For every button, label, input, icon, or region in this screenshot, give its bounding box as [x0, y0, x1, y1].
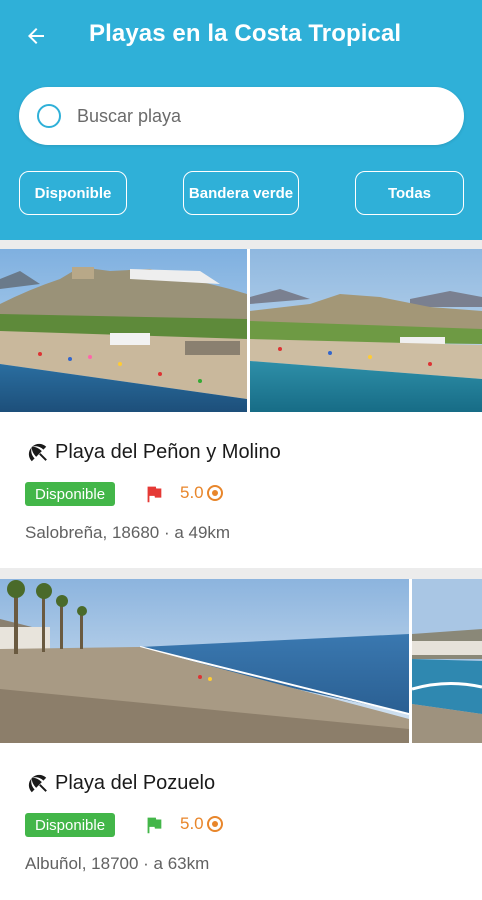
beach-card[interactable]: Playa del Pozuelo Disponible 5.0 Albuñol…	[0, 579, 482, 900]
rating-value: 5.0	[180, 814, 204, 833]
beach-umbrella-icon	[28, 774, 47, 793]
rating-value: 5.0	[180, 483, 204, 502]
status-badge: Disponible	[25, 482, 116, 506]
rating: 5.0	[180, 814, 223, 834]
beach-photo	[250, 249, 482, 412]
red-flag-icon	[147, 486, 162, 503]
beach-photo	[0, 249, 247, 412]
search-input[interactable]	[77, 101, 437, 131]
beach-photo	[0, 579, 409, 743]
header: Playas en la Costa Tropical Disponible B…	[0, 0, 482, 240]
filter-chip-bandera-verde[interactable]: Bandera verde	[183, 171, 299, 215]
filter-chip-todas[interactable]: Todas	[355, 171, 464, 215]
arrow-left-icon	[28, 28, 44, 44]
page-title: Playas en la Costa Tropical	[89, 20, 402, 47]
search-icon	[37, 104, 61, 128]
beach-umbrella-icon	[28, 443, 47, 462]
search-bar[interactable]	[19, 87, 464, 145]
beach-location: Salobreña, 18680 · a 49km	[25, 523, 231, 542]
rating: 5.0	[180, 483, 223, 503]
beach-name: Playa del Pozuelo	[55, 772, 216, 794]
beach-card[interactable]: Playa del Peñon y Molino Disponible 5.0 …	[0, 249, 482, 568]
rating-icon	[206, 816, 223, 832]
beach-location: Albuñol, 18700 · a 63km	[25, 854, 210, 873]
filter-chip-disponible[interactable]: Disponible	[19, 171, 127, 215]
rating-icon	[206, 485, 223, 501]
beach-photo	[412, 579, 482, 743]
beach-name: Playa del Peñon y Molino	[55, 441, 281, 463]
app-bar: Playas en la Costa Tropical	[0, 0, 482, 72]
back-button[interactable]	[16, 16, 56, 56]
status-badge: Disponible	[25, 813, 116, 837]
green-flag-icon	[147, 817, 162, 834]
